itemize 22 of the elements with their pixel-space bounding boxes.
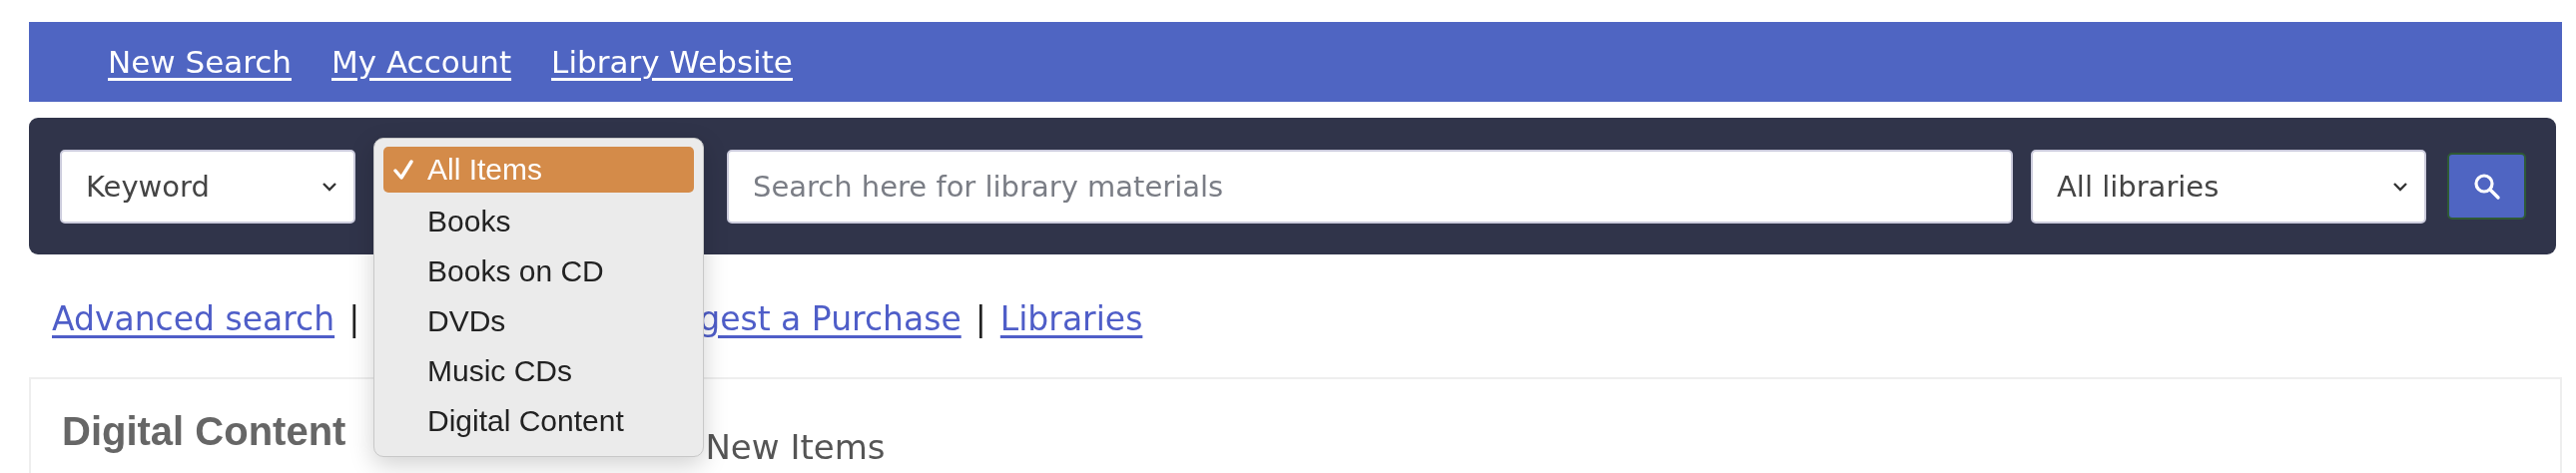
menu-item[interactable]: DVDs	[383, 296, 694, 346]
library-select[interactable]: All libraries	[2031, 149, 2426, 224]
nav-link[interactable]: New Search	[108, 44, 292, 80]
separator: |	[974, 298, 986, 338]
nav-link[interactable]: My Account	[331, 44, 512, 80]
separator: |	[348, 298, 360, 338]
section-tab[interactable]: New Items	[705, 427, 886, 467]
menu-item[interactable]: Digital Content	[383, 396, 694, 446]
search-type-select[interactable]: Keyword	[60, 149, 355, 224]
check-icon	[393, 159, 413, 181]
search-icon	[2471, 171, 2502, 202]
search-field[interactable]: Search here for library materials	[727, 149, 2013, 224]
menu-item[interactable]: Books on CD	[383, 246, 694, 296]
chevron-icon	[2392, 181, 2408, 192]
menu-item[interactable]: Books	[383, 197, 694, 246]
link[interactable]: Libraries	[999, 298, 1143, 338]
nav-link[interactable]: Library Website	[551, 44, 793, 80]
chevron-icon	[322, 181, 337, 192]
section-title: Digital Content	[62, 409, 346, 454]
link[interactable]: Advanced search	[52, 298, 335, 338]
menu-item[interactable]: Music CDs	[383, 346, 694, 396]
search-button[interactable]	[2447, 153, 2526, 220]
